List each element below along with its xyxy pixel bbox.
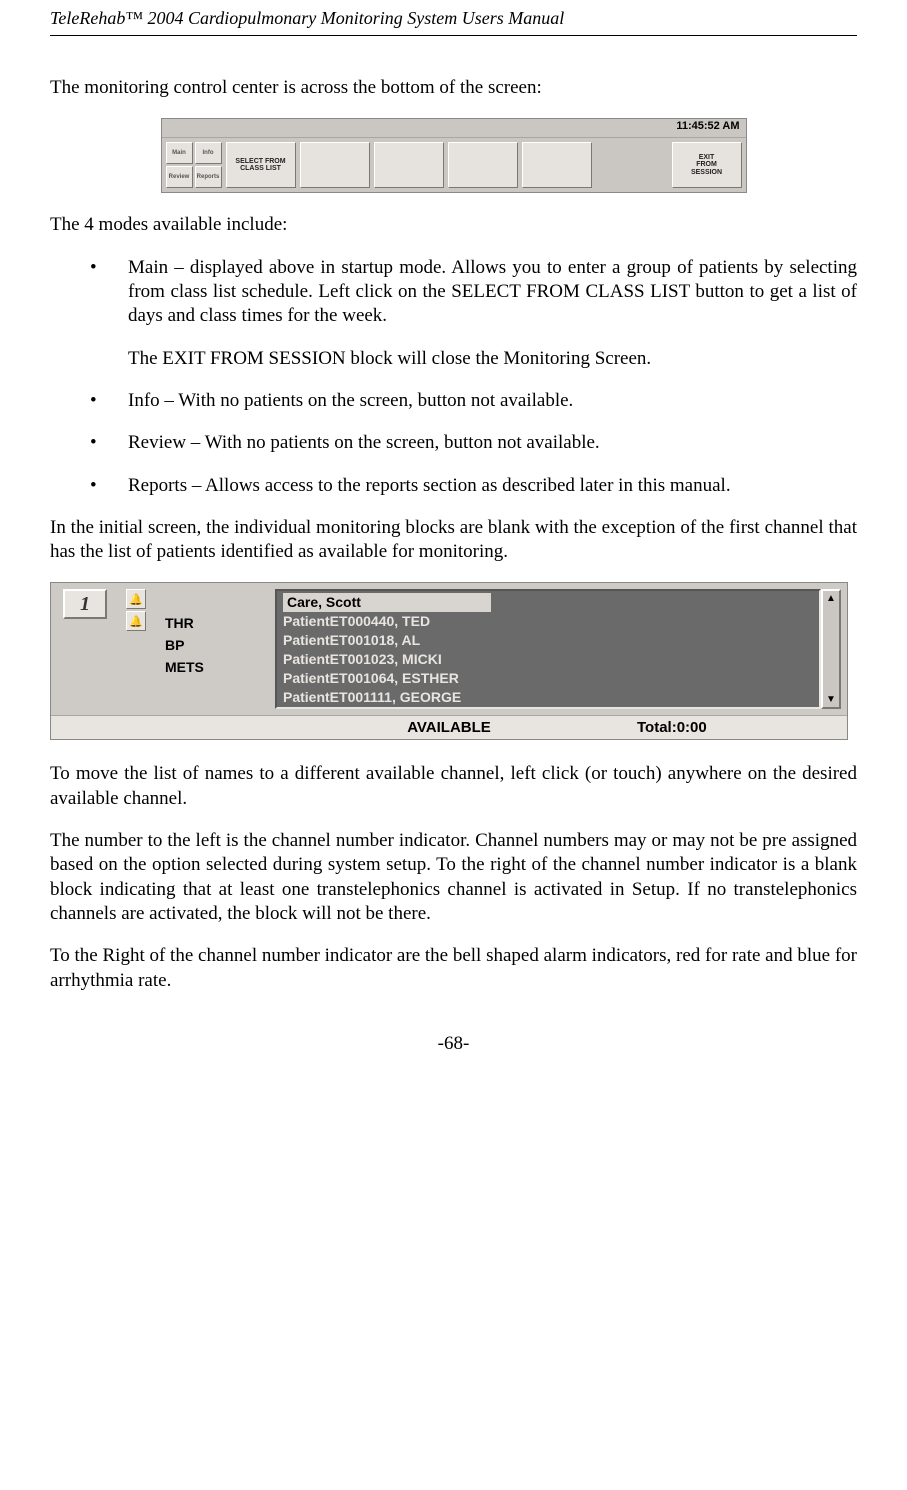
para-channel-number: The number to the left is the channel nu… <box>50 829 857 926</box>
para-move-list: To move the list of names to a different… <box>50 762 857 811</box>
patient-list-item[interactable]: PatientET000440, TED <box>283 612 813 631</box>
slot-button-2[interactable]: . <box>374 142 444 188</box>
slot-button-1[interactable]: . <box>300 142 370 188</box>
review-button[interactable]: Review <box>166 166 193 188</box>
mode-item-review: Review – With no patients on the screen,… <box>50 431 857 455</box>
label-bp: BP <box>165 635 275 657</box>
mode-item-main: Main – displayed above in startup mode. … <box>50 256 857 371</box>
channel-number-indicator[interactable]: 1 <box>63 589 107 619</box>
channel-status-bar: AVAILABLE Total:0:00 <box>51 715 847 739</box>
patient-list[interactable]: Care, Scott PatientET000440, TED Patient… <box>275 589 821 709</box>
exit-from-session-button[interactable]: EXIT FROM SESSION <box>672 142 742 188</box>
control-bar: 11:45:52 AM Main Info Review Reports SEL… <box>161 118 747 193</box>
mode-item-info: Info – With no patients on the screen, b… <box>50 389 857 413</box>
para-initial-screen: In the initial screen, the individual mo… <box>50 516 857 565</box>
scroll-down-icon[interactable]: ▼ <box>826 694 836 705</box>
modes-list: Main – displayed above in startup mode. … <box>50 256 857 498</box>
reports-button[interactable]: Reports <box>195 166 222 188</box>
slot-button-3[interactable]: . <box>448 142 518 188</box>
channel-metric-labels: THR BP METS <box>153 583 275 715</box>
page-number: -68- <box>50 1033 857 1055</box>
alarm-indicator-group: 🔔 🔔 <box>119 583 153 715</box>
mode-item-main-sub: The EXIT FROM SESSION block will close t… <box>128 347 857 371</box>
patient-list-item[interactable]: PatientET001111, GEORGE <box>283 688 813 707</box>
patient-list-item-selected[interactable]: Care, Scott <box>283 593 491 612</box>
para-intro-controlbar: The monitoring control center is across … <box>50 76 857 100</box>
figure-channel-block: 1 🔔 🔔 THR BP METS Care, Scott PatientET0… <box>50 582 848 740</box>
running-header: TeleRehab™ 2004 Cardiopulmonary Monitori… <box>50 0 857 33</box>
patient-list-item[interactable]: PatientET001018, AL <box>283 631 813 650</box>
channel-total-label: Total:0:00 <box>637 719 837 736</box>
slot-button-4[interactable]: . <box>522 142 592 188</box>
label-thr: THR <box>165 613 275 635</box>
select-from-class-list-button[interactable]: SELECT FROM CLASS LIST <box>226 142 296 188</box>
channel-status-label: AVAILABLE <box>261 719 637 736</box>
figure-control-bar: 11:45:52 AM Main Info Review Reports SEL… <box>50 118 857 193</box>
clock-label: 11:45:52 AM <box>676 120 739 132</box>
info-button[interactable]: Info <box>195 142 222 164</box>
mode-item-reports: Reports – Allows access to the reports s… <box>50 474 857 498</box>
main-button[interactable]: Main <box>166 142 193 164</box>
para-modes-intro: The 4 modes available include: <box>50 213 857 237</box>
rate-alarm-bell-icon[interactable]: 🔔 <box>126 589 146 609</box>
para-alarm-indicators: To the Right of the channel number indic… <box>50 944 857 993</box>
scroll-up-icon[interactable]: ▲ <box>826 593 836 604</box>
arrhythmia-alarm-bell-icon[interactable]: 🔔 <box>126 611 146 631</box>
patient-list-scrollbar[interactable]: ▲ ▼ <box>821 589 841 709</box>
header-rule <box>50 35 857 36</box>
patient-list-item[interactable]: PatientET001023, MICKI <box>283 650 813 669</box>
patient-list-item[interactable]: PatientET001064, ESTHER <box>283 669 813 688</box>
mode-button-group: Main Info Review Reports <box>166 142 222 188</box>
control-bar-header: 11:45:52 AM <box>162 119 746 138</box>
label-mets: METS <box>165 657 275 679</box>
